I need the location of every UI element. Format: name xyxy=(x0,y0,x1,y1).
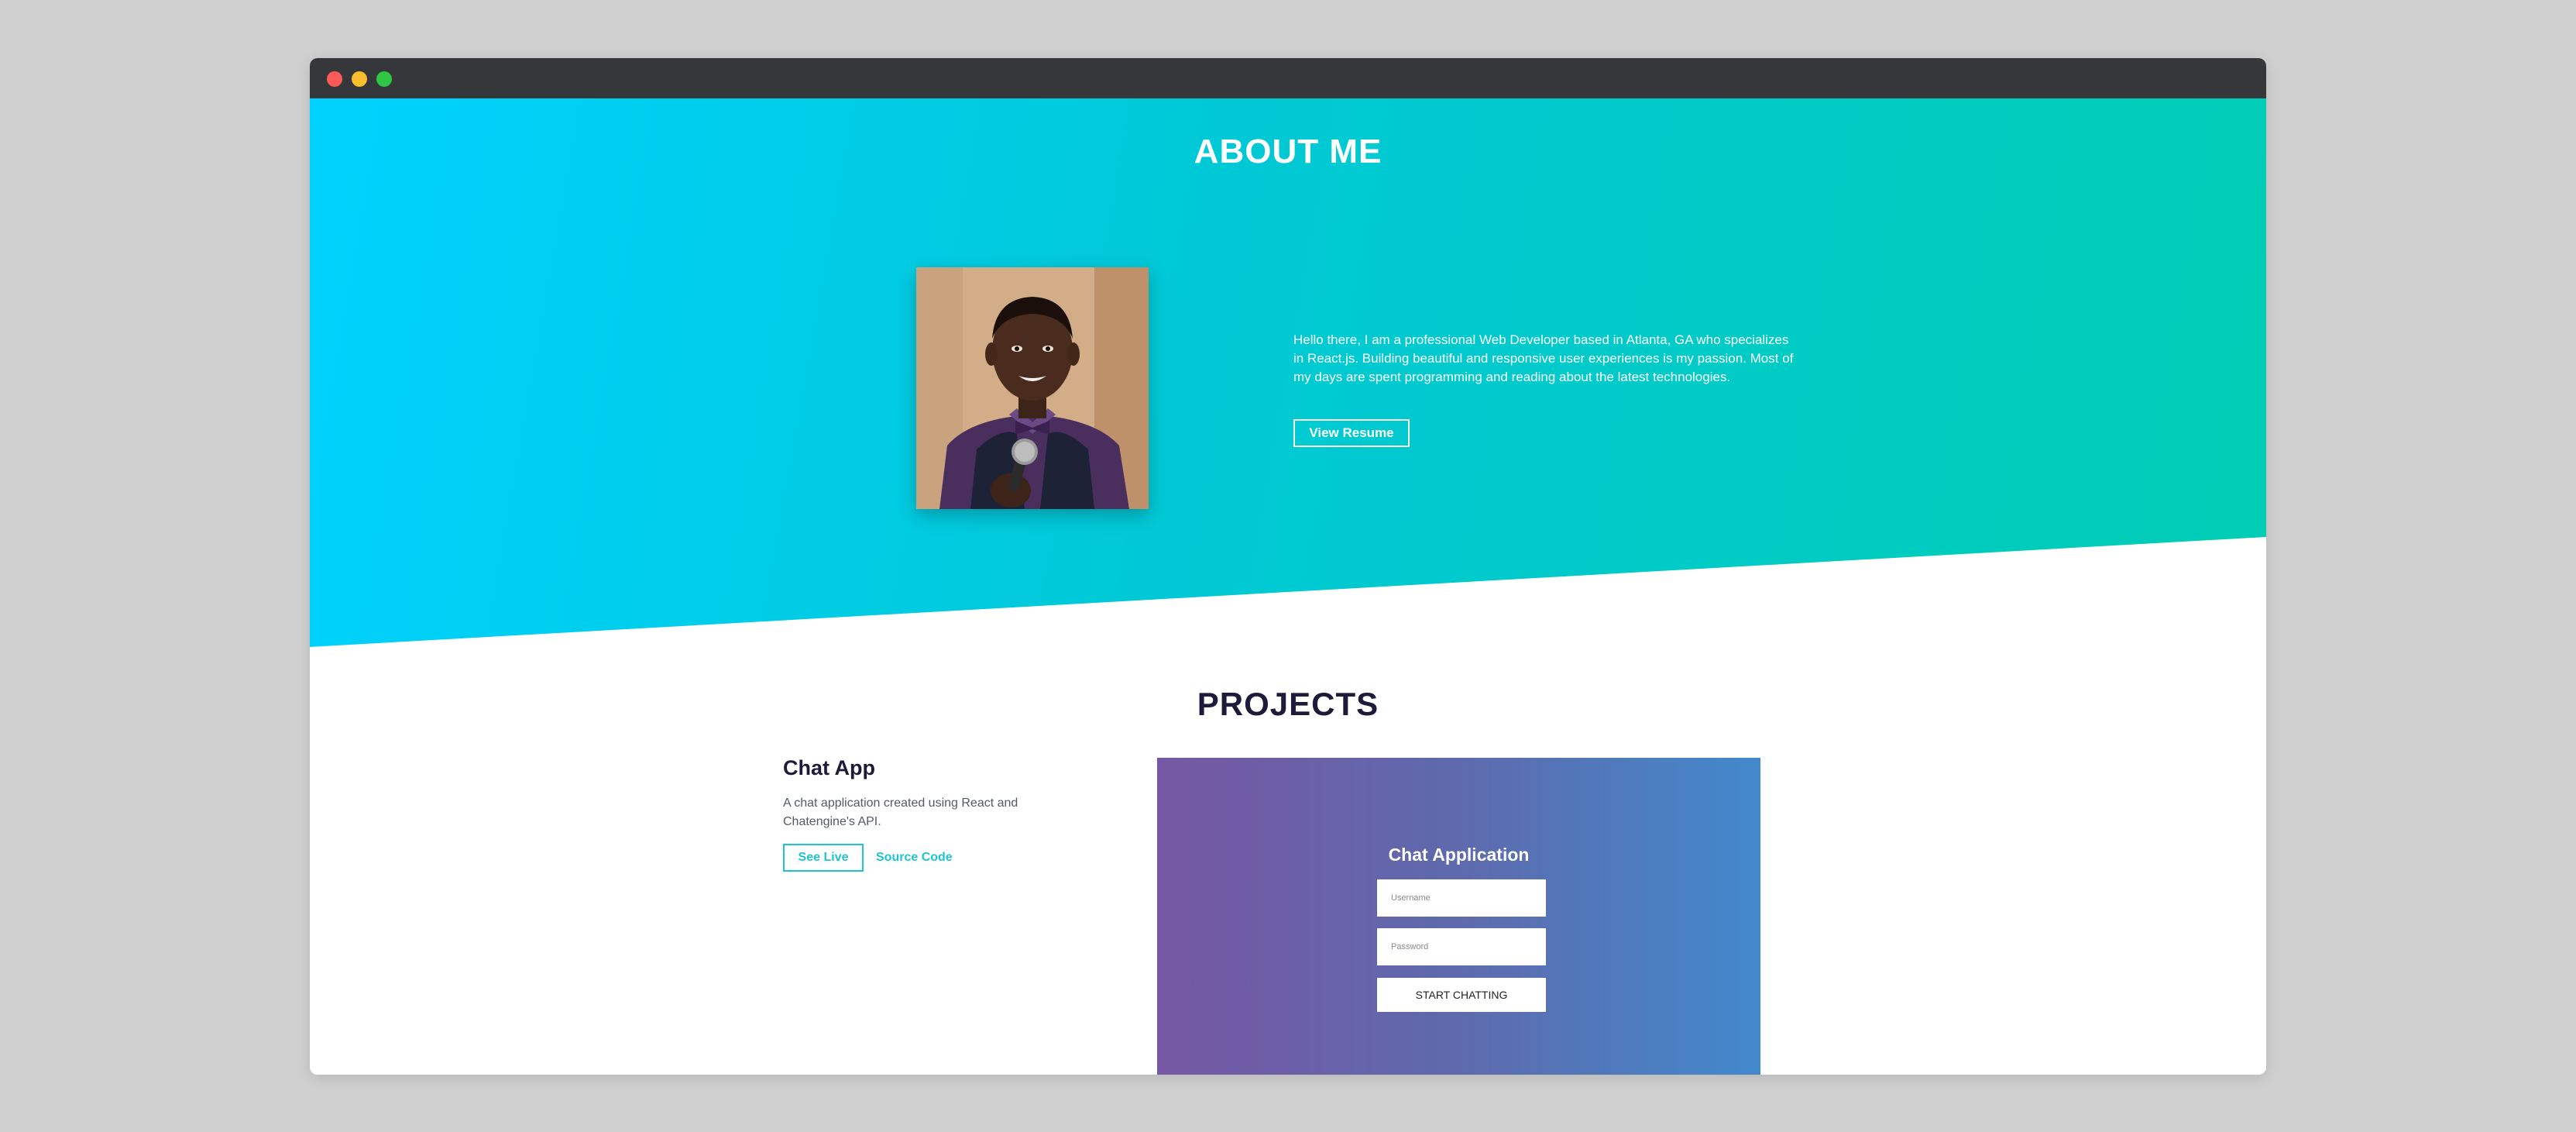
close-window-button[interactable] xyxy=(327,71,342,87)
profile-photo-illustration xyxy=(916,267,1149,509)
start-chatting-button[interactable]: START CHATTING xyxy=(1377,978,1546,1012)
browser-window: ABOUT ME Hello there, I am a professiona… xyxy=(310,58,2266,1075)
project-preview: Chat Application START CHATTING xyxy=(1157,758,1760,1075)
username-input[interactable] xyxy=(1377,879,1546,917)
projects-title: PROJECTS xyxy=(1197,686,1379,722)
about-title: ABOUT ME xyxy=(1194,132,1382,170)
chat-preview-title: Chat Application xyxy=(1388,845,1530,865)
project-description: A chat application created using React a… xyxy=(783,797,1018,828)
password-input[interactable] xyxy=(1377,928,1546,965)
about-section: ABOUT ME Hello there, I am a professiona… xyxy=(310,98,2266,647)
see-live-button[interactable]: See Live xyxy=(783,844,864,872)
profile-photo xyxy=(916,267,1149,509)
maximize-window-button[interactable] xyxy=(376,71,392,87)
window-titlebar xyxy=(310,58,2266,98)
about-bio: Hello there, I am a professional Web Dev… xyxy=(1293,332,1794,384)
minimize-window-button[interactable] xyxy=(352,71,367,87)
project-name: Chat App xyxy=(783,756,875,779)
view-resume-button[interactable]: View Resume xyxy=(1293,419,1410,447)
page-content: ABOUT ME Hello there, I am a professiona… xyxy=(310,98,2266,1075)
source-code-link[interactable]: Source Code xyxy=(876,844,953,872)
